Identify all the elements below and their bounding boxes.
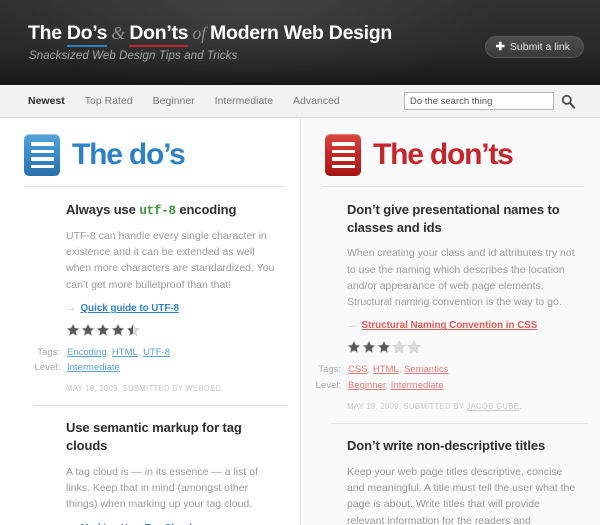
arrow-right-icon: → <box>347 320 357 332</box>
submit-a-link-button[interactable]: ✚ Submit a link <box>484 36 584 58</box>
tags-values: Encoding, HTML, UTF-8 <box>67 346 170 358</box>
article-readmore: → Quick guide to UTF-8 <box>66 303 280 314</box>
article-body: Keep your web page titles descriptive, c… <box>347 465 576 525</box>
meta-tag-link[interactable]: Intermediate <box>391 380 444 391</box>
article-item: Don’t give presentational names to class… <box>301 187 600 423</box>
meta-tag-link[interactable]: HTML <box>373 364 399 375</box>
column-donts-header: The don’ts <box>301 118 600 180</box>
article-meta: Tags: Encoding, HTML, UTF-8 Level: Inter… <box>35 346 280 376</box>
arrow-right-icon: → <box>66 302 76 314</box>
level-label: Level: <box>34 362 60 374</box>
article-item: Use semantic markup for tag clouds A tag… <box>0 405 300 525</box>
column-dos-title: The do’s <box>72 138 186 171</box>
rating-stars[interactable] <box>66 323 280 337</box>
article-body: A tag cloud is — in its essence — a list… <box>66 465 259 511</box>
article-readmore-link[interactable]: Quick guide to UTF-8 <box>81 303 180 314</box>
rating-stars[interactable] <box>347 340 580 354</box>
plus-icon: ✚ <box>495 40 505 53</box>
article-date: MAY 18, 2009. SUBMITTED BY JACOB GUBE. <box>347 401 522 411</box>
meta-tag-link[interactable]: UTF-8 <box>143 347 170 358</box>
tags-values: CSS, HTML, Semantics <box>348 364 449 376</box>
title-rest: Modern Web Design <box>210 22 393 44</box>
title-the: The <box>28 22 67 44</box>
star-icon[interactable] <box>96 323 110 337</box>
tags-row: Tags: CSS, HTML, Semantics <box>318 363 580 377</box>
title-of: of <box>188 23 211 43</box>
article-date: MAY 18, 2009. SUBMITTED BY WEBD&D. <box>66 384 224 394</box>
title-ampersand: & <box>107 23 130 43</box>
level-label: Level: <box>315 379 341 391</box>
article-title-pre: Don’t give presentational names to class… <box>347 202 560 235</box>
nav-item-advanced[interactable]: Advanced <box>293 95 340 107</box>
submitter-link[interactable]: JACOB GUBE <box>466 402 519 411</box>
column-dos: The do’s Always use utf-8 encoding UTF-8… <box>0 118 300 525</box>
level-values: Intermediate <box>67 361 120 375</box>
nav-item-intermediate[interactable]: Intermediate <box>215 95 273 107</box>
nav-item-beginner[interactable]: Beginner <box>153 95 195 107</box>
search-input[interactable] <box>404 92 554 110</box>
document-lines-icon <box>325 134 361 176</box>
main-navigation: Newest Top Rated Beginner Intermediate A… <box>0 85 600 118</box>
article-readmore: → Structural Naming Convention in CSS <box>347 320 580 331</box>
article-title-post: encoding <box>175 202 237 217</box>
nav-item-list: Newest Top Rated Beginner Intermediate A… <box>28 95 340 107</box>
submit-button-label: Submit a link <box>509 41 570 53</box>
star-icon[interactable] <box>392 340 406 354</box>
site-tagline: Snacksized Web Design Tips and Tricks <box>29 50 238 62</box>
star-icon[interactable] <box>362 340 376 354</box>
title-donts: Don’ts <box>129 22 189 47</box>
search-area <box>404 92 576 110</box>
article-title-pre: Don’t write non-descriptive titles <box>347 437 546 453</box>
star-icon[interactable] <box>81 323 95 337</box>
tags-label: Tags: <box>37 346 60 358</box>
star-icon[interactable] <box>66 323 80 337</box>
level-row: Level: Intermediate <box>35 361 280 375</box>
site-masthead: The Do’s & Don’ts of Modern Web Design S… <box>0 0 600 85</box>
nav-item-newest[interactable]: Newest <box>28 95 65 107</box>
article-title: Don’t give presentational names to class… <box>347 201 580 237</box>
article-body: UTF-8 can handle every single character … <box>66 229 275 291</box>
meta-tag-link[interactable]: Intermediate <box>67 362 120 373</box>
article-readmore-link[interactable]: Structural Naming Convention in CSS <box>362 320 538 331</box>
article-title-pre: Always use <box>66 202 140 217</box>
meta-tag-link[interactable]: Encoding <box>67 347 107 358</box>
column-donts-title: The don’ts <box>373 138 514 171</box>
star-icon[interactable] <box>407 340 421 354</box>
star-icon[interactable] <box>377 340 391 354</box>
column-dos-header: The do’s <box>0 118 300 180</box>
article-title: Don’t write non-descriptive titles <box>347 437 580 456</box>
meta-tag-link[interactable]: CSS <box>348 364 368 375</box>
article-title: Always use utf-8 encoding <box>66 201 280 220</box>
article-body: When creating your class and id attribut… <box>347 247 575 309</box>
content-columns: The do’s Always use utf-8 encoding UTF-8… <box>0 118 600 525</box>
title-dos: Do’s <box>66 22 108 47</box>
meta-tag-link[interactable]: Semantics <box>404 364 448 375</box>
column-donts: The don’ts Don’t give presentational nam… <box>300 118 600 525</box>
meta-tag-link[interactable]: HTML <box>112 347 138 358</box>
page-title: The Do’s & Don’ts of Modern Web Design <box>28 22 393 47</box>
star-icon[interactable] <box>126 323 140 337</box>
tags-label: Tags: <box>318 364 341 376</box>
document-lines-icon <box>24 134 60 176</box>
article-title: Use semantic markup for tag clouds <box>66 419 280 455</box>
article-title-pre: Use semantic markup for tag clouds <box>66 420 242 453</box>
level-row: Level: Beginner, Intermediate <box>316 379 580 393</box>
nav-item-top-rated[interactable]: Top Rated <box>85 95 133 107</box>
article-title-code: utf-8 <box>139 204 176 218</box>
tags-row: Tags: Encoding, HTML, UTF-8 <box>37 346 280 360</box>
article-meta: Tags: CSS, HTML, Semantics Level: Beginn… <box>316 363 580 393</box>
star-icon[interactable] <box>347 340 361 354</box>
search-icon[interactable] <box>561 94 576 109</box>
level-values: Beginner, Intermediate <box>348 379 444 391</box>
meta-tag-link[interactable]: Beginner <box>348 380 386 391</box>
article-item: Don’t write non-descriptive titles Keep … <box>301 422 600 525</box>
article-item: Always use utf-8 encoding UTF-8 can hand… <box>0 187 300 405</box>
star-icon[interactable] <box>111 323 125 337</box>
